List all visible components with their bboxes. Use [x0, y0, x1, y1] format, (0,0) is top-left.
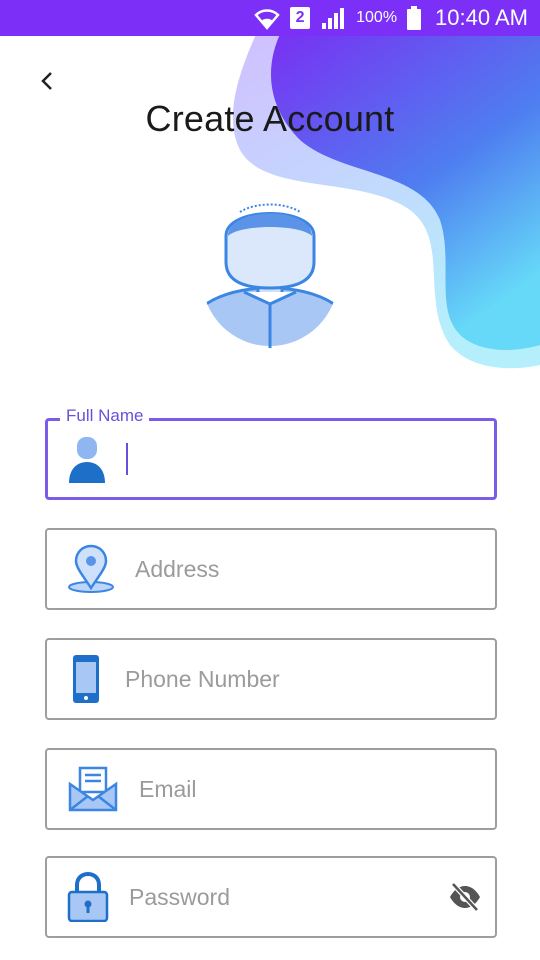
full-name-input[interactable]	[128, 421, 494, 497]
lock-icon	[47, 858, 129, 936]
sim-icon: 2	[290, 7, 311, 29]
location-pin-icon	[47, 530, 135, 608]
password-field[interactable]	[45, 856, 497, 938]
person-icon	[48, 421, 126, 497]
address-field[interactable]	[45, 528, 497, 610]
signal-icon	[320, 6, 346, 30]
back-arrow-icon	[41, 72, 52, 90]
wifi-icon	[254, 6, 280, 30]
battery-percent: 100%	[356, 9, 398, 26]
full-name-label: Full Name	[60, 406, 150, 426]
avatar-icon	[202, 203, 338, 348]
status-bar: 2 100% 10:40 AM	[0, 0, 540, 36]
battery-icon	[407, 6, 422, 30]
full-name-field[interactable]: Full Name	[45, 406, 497, 500]
clock: 10:40 AM	[435, 5, 528, 30]
address-input[interactable]	[135, 530, 495, 608]
phone-icon	[47, 640, 125, 718]
email-icon	[47, 750, 139, 828]
back-button[interactable]	[30, 64, 64, 98]
password-visibility-toggle[interactable]	[435, 858, 495, 936]
password-input[interactable]	[129, 858, 435, 936]
phone-input[interactable]	[125, 640, 495, 718]
email-field[interactable]	[45, 748, 497, 830]
eye-off-icon	[450, 882, 480, 912]
page-title: Create Account	[145, 98, 395, 139]
phone-field[interactable]	[45, 638, 497, 720]
email-input[interactable]	[139, 750, 495, 828]
